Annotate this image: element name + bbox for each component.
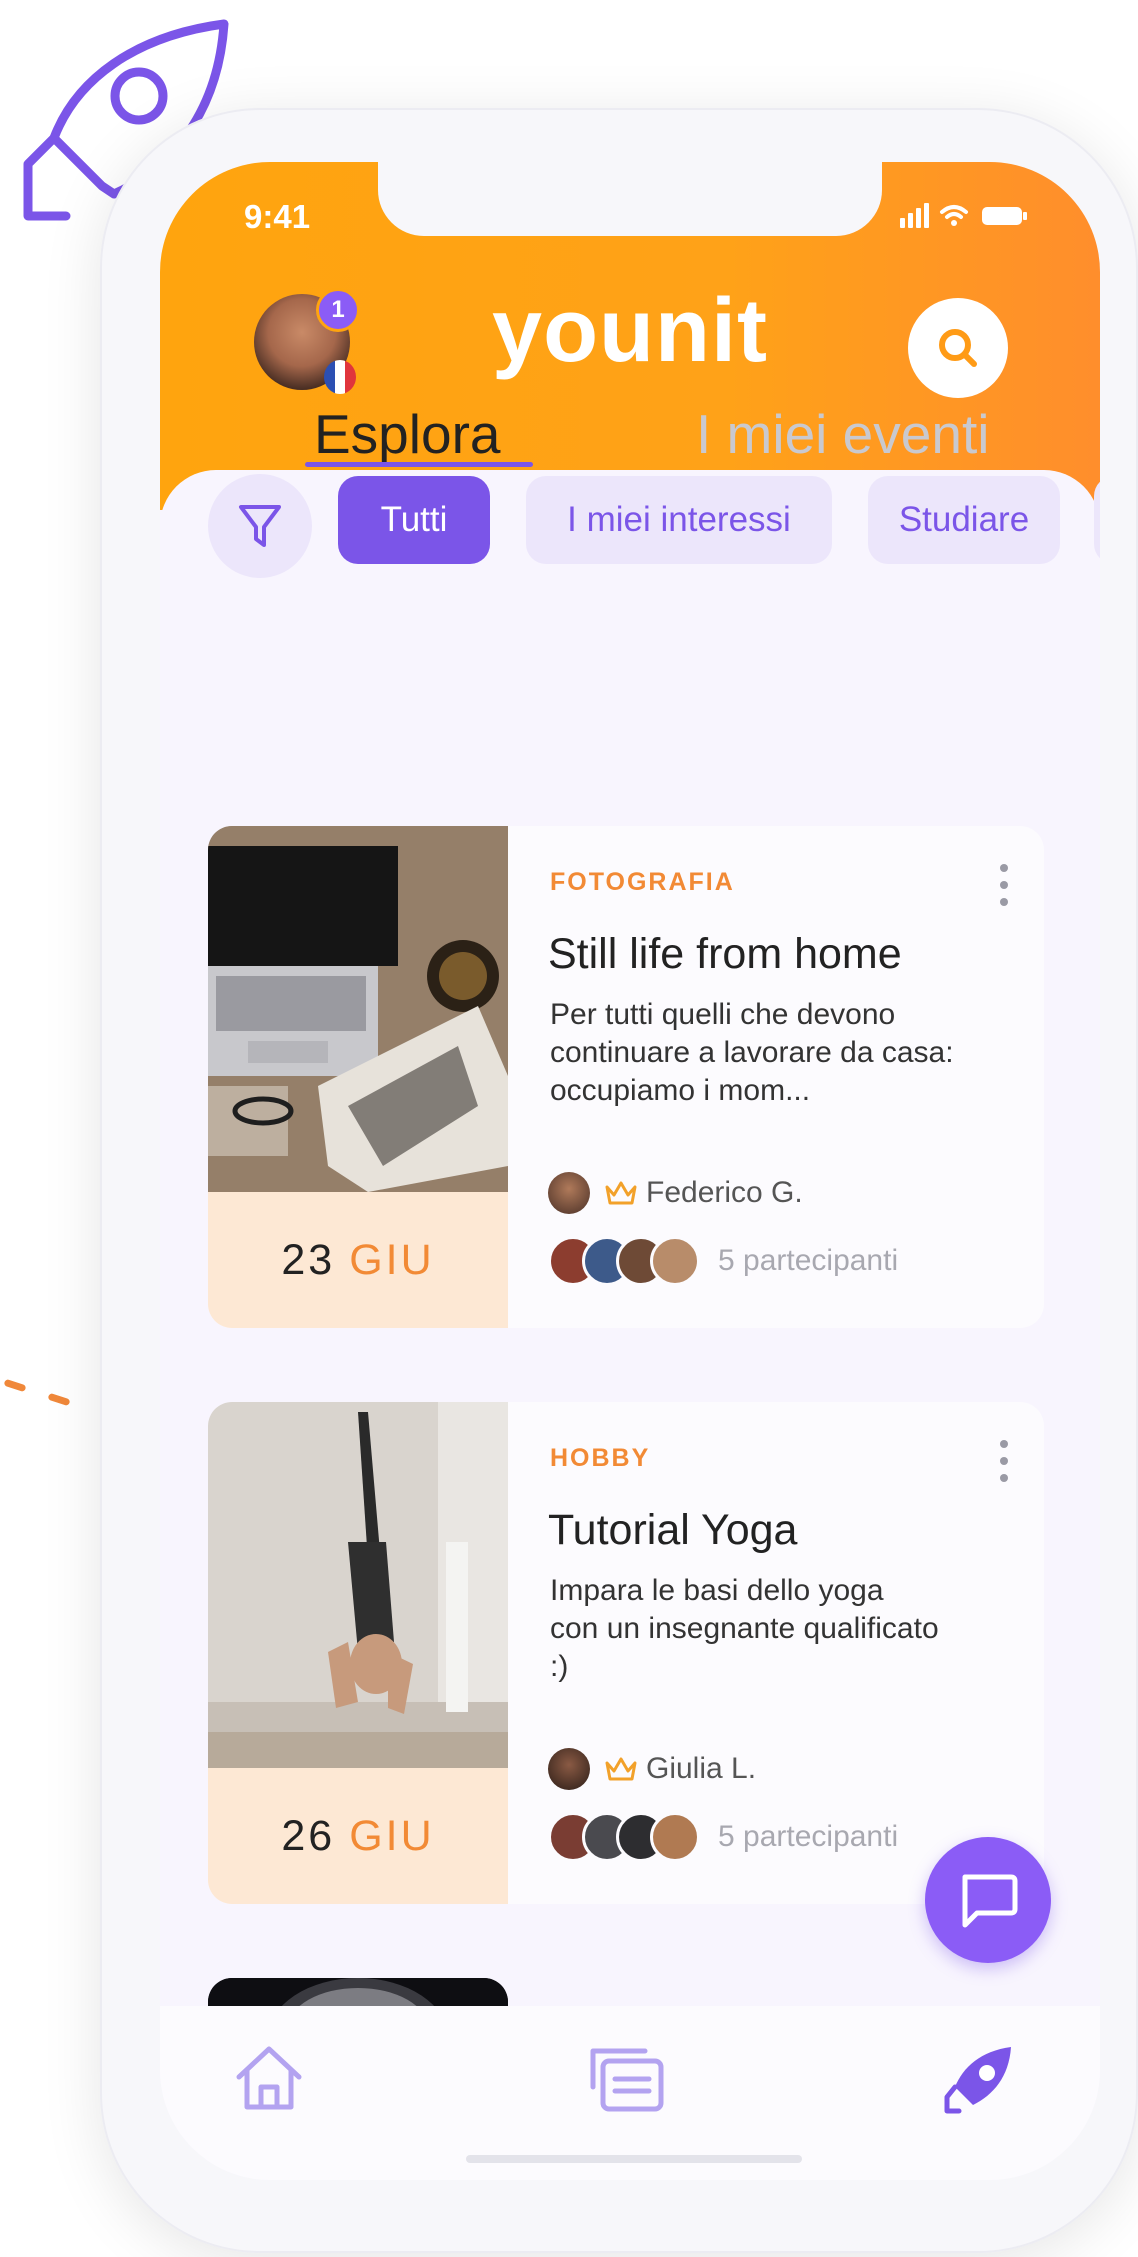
event-card[interactable]: 26 GIU HOBBY Tutorial Yoga Impara le bas… [208,1402,1044,1904]
participants: 5 partecipanti [548,1812,898,1862]
more-vertical-icon[interactable] [994,860,1014,910]
participants: 5 partecipanti [548,1236,898,1286]
event-day: 26 [281,1811,336,1860]
rocket-icon [944,2047,1011,2114]
search-icon [939,329,977,367]
host-avatar [548,1748,590,1790]
tab-home[interactable] [224,2034,314,2124]
app-logo: younit [492,281,768,381]
chip-miei-interessi[interactable]: I miei interessi [526,476,832,564]
status-time: 9:41 [244,198,311,235]
event-host: Giulia L. [548,1748,756,1790]
tab-esplora[interactable]: Esplora [314,402,500,466]
chip-tutti[interactable]: Tutti [338,476,490,564]
tab-explore[interactable] [936,2034,1026,2124]
event-date: 23 GIU [208,1192,508,1328]
crown-icon [605,1757,637,1781]
event-month: GIU [349,1811,435,1860]
home-icon [236,2046,302,2110]
decorative-dash [3,1378,27,1393]
event-image [208,826,508,1192]
event-description: Per tutti quelli che devono continuare a… [550,998,954,1107]
participants-count: 5 partecipanti [718,1820,899,1853]
filter-icon [239,505,281,547]
event-host: Federico G. [548,1172,803,1214]
event-title: Still life from home [548,930,902,978]
host-name: Federico G. [646,1176,803,1209]
france-flag-icon [324,360,356,394]
bottom-tab-bar [160,2006,1100,2180]
search-button[interactable] [908,298,1008,398]
status-icons [900,203,1027,228]
event-date: 26 GIU [208,1768,508,1904]
event-title: Tutorial Yoga [548,1506,798,1554]
event-category: HOBBY [550,1444,651,1472]
chat-icon [962,1874,1018,1928]
tab-events[interactable] [580,2034,670,2124]
phone-notch [378,162,882,236]
filter-button[interactable] [208,474,312,578]
event-category: FOTOGRAFIA [550,868,735,896]
chip-studiare[interactable]: Studiare [868,476,1060,564]
participants-count: 5 partecipanti [718,1244,899,1277]
participant-avatar [650,1812,700,1862]
event-month: GIU [349,1235,435,1284]
participant-avatar [650,1236,700,1286]
event-day: 23 [281,1235,336,1284]
active-tab-indicator [305,462,533,467]
host-name: Giulia L. [646,1752,757,1785]
crown-icon [605,1181,637,1205]
event-card[interactable]: 23 GIU FOTOGRAFIA Still life from home P… [208,826,1044,1328]
event-description: Impara le basi dello yoga con un insegna… [550,1574,939,1683]
home-indicator [466,2155,802,2163]
events-icon [590,2048,664,2112]
more-vertical-icon[interactable] [994,1436,1014,1486]
tab-miei-eventi[interactable]: I miei eventi [696,402,989,466]
app-screen: 9:41 1 younit Esplora I miei eventi Tutt… [160,162,1100,2180]
event-image [208,1402,508,1768]
host-avatar [548,1172,590,1214]
chip-more[interactable] [1094,476,1100,564]
decorative-dash [47,1392,71,1407]
notification-badge: 1 [316,288,360,332]
chat-button[interactable] [925,1837,1051,1963]
